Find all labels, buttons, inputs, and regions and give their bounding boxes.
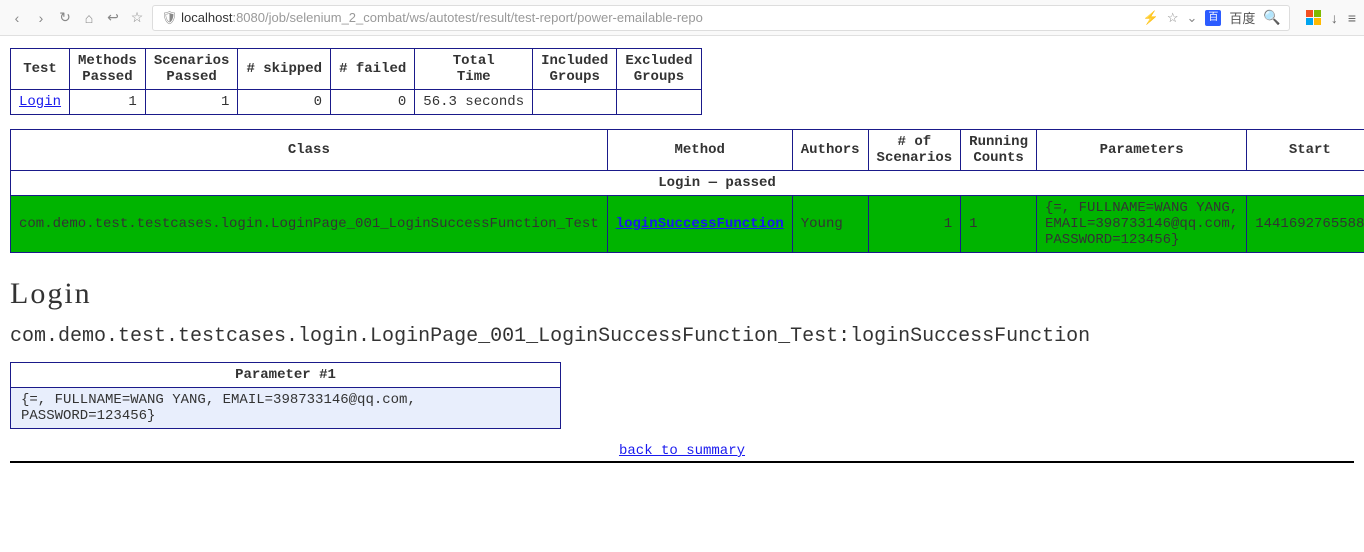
details-table: Class Method Authors # ofScenarios Runni… — [10, 129, 1364, 253]
summary-included-groups — [533, 90, 617, 115]
param-header: Parameter #1 — [11, 363, 561, 388]
details-header-start: Start — [1247, 130, 1364, 171]
details-pass-row: com.demo.test.testcases.login.LoginPage_… — [11, 196, 1364, 253]
details-header-row: Class Method Authors # ofScenarios Runni… — [11, 130, 1364, 171]
details-header-method: Method — [607, 130, 792, 171]
details-section-row: Login — passed — [11, 171, 1364, 196]
details-header-parameters: Parameters — [1036, 130, 1246, 171]
details-header-scenarios: # ofScenarios — [868, 130, 961, 171]
summary-methods-passed: 1 — [70, 90, 146, 115]
summary-test-link-cell: Login — [11, 90, 70, 115]
download-icon[interactable]: ↓ — [1331, 10, 1338, 26]
bolt-icon[interactable]: ⚡ — [1143, 10, 1159, 26]
page-content: Test MethodsPassed ScenariosPassed # ski… — [0, 36, 1364, 475]
undo-icon[interactable]: ↩ — [104, 9, 122, 26]
summary-header-time: TotalTime — [415, 49, 533, 90]
details-header-authors: Authors — [792, 130, 868, 171]
details-section-title: Login — passed — [11, 171, 1364, 196]
back-link-wrap: back to summary — [10, 443, 1354, 459]
param-value: {=, FULLNAME=WANG YANG, EMAIL=398733146@… — [11, 388, 561, 429]
details-scenarios: 1 — [868, 196, 961, 253]
summary-header-skipped: # skipped — [238, 49, 331, 90]
details-running-counts: 1 — [961, 196, 1037, 253]
summary-failed: 0 — [331, 90, 415, 115]
summary-test-link[interactable]: Login — [19, 94, 61, 110]
back-icon[interactable]: ‹ — [8, 10, 26, 26]
summary-row: Login 1 1 0 0 56.3 seconds — [11, 90, 702, 115]
chevron-down-icon[interactable]: ⌄ — [1186, 10, 1197, 26]
summary-header-failed: # failed — [331, 49, 415, 90]
reload-icon[interactable]: ↻ — [56, 9, 74, 26]
star-icon[interactable]: ☆ — [1167, 10, 1179, 26]
summary-total-time: 56.3 seconds — [415, 90, 533, 115]
url-host: localhost — [181, 10, 232, 25]
url-path: :8080/job/selenium_2_combat/ws/autotest/… — [232, 10, 702, 25]
summary-header-test: Test — [11, 49, 70, 90]
param-table: Parameter #1 {=, FULLNAME=WANG YANG, EMA… — [10, 362, 561, 429]
shield-icon: 🛡 — [161, 10, 178, 26]
summary-skipped: 0 — [238, 90, 331, 115]
summary-table: Test MethodsPassed ScenariosPassed # ski… — [10, 48, 702, 115]
toolbar-right-icons: ↓ ≡ — [1296, 10, 1356, 26]
details-method-link[interactable]: loginSuccessFunction — [616, 216, 784, 232]
apps-grid-icon[interactable] — [1306, 10, 1321, 25]
search-icon[interactable]: 🔍 — [1263, 9, 1280, 26]
summary-header-row: Test MethodsPassed ScenariosPassed # ski… — [11, 49, 702, 90]
section-heading: Login — [10, 277, 1354, 311]
search-engine-badge: 百 — [1205, 10, 1221, 26]
details-header-class: Class — [11, 130, 608, 171]
summary-header-excluded: ExcludedGroups — [617, 49, 701, 90]
summary-header-included: IncludedGroups — [533, 49, 617, 90]
summary-header-methods: MethodsPassed — [70, 49, 146, 90]
summary-header-scenarios: ScenariosPassed — [145, 49, 238, 90]
details-method-cell: loginSuccessFunction — [607, 196, 792, 253]
back-to-summary-link[interactable]: back to summary — [619, 443, 745, 459]
summary-excluded-groups — [617, 90, 701, 115]
method-heading: com.demo.test.testcases.login.LoginPage_… — [10, 325, 1354, 348]
details-parameters: {=, FULLNAME=WANG YANG, EMAIL=398733146@… — [1036, 196, 1246, 253]
summary-scenarios-passed: 1 — [145, 90, 238, 115]
horizontal-rule — [10, 461, 1354, 463]
details-class: com.demo.test.testcases.login.LoginPage_… — [11, 196, 608, 253]
browser-toolbar: ‹ › ↻ ⌂ ↩ ☆ 🛡 localhost:8080/job/seleniu… — [0, 0, 1364, 36]
details-header-counts: RunningCounts — [961, 130, 1037, 171]
address-bar-right: ⚡ ☆ ⌄ 百 百度 🔍 — [1143, 8, 1281, 27]
home-icon[interactable]: ⌂ — [80, 10, 98, 26]
search-engine-name: 百度 — [1229, 8, 1255, 27]
forward-icon[interactable]: › — [32, 10, 50, 26]
address-bar[interactable]: 🛡 localhost:8080/job/selenium_2_combat/w… — [152, 5, 1290, 31]
menu-icon[interactable]: ≡ — [1348, 10, 1356, 26]
details-start: 1441692765588 — [1247, 196, 1364, 253]
bookmark-star-icon[interactable]: ☆ — [128, 9, 146, 26]
details-authors: Young — [792, 196, 868, 253]
